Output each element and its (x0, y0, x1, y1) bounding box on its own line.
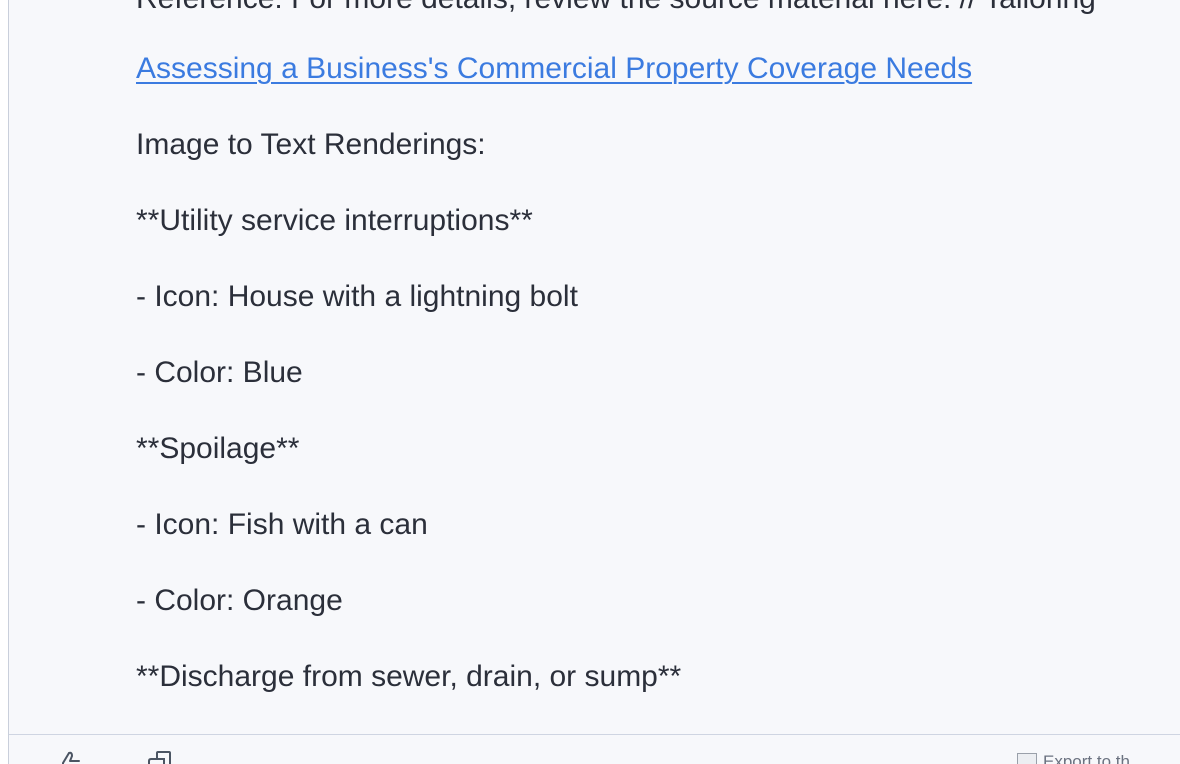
copy-icon[interactable] (145, 751, 175, 764)
item-icon-spoilage: - Icon: Fish with a can (136, 508, 428, 541)
section-heading: Image to Text Renderings: (136, 128, 486, 161)
export-label: Export to th (1043, 753, 1130, 764)
item-icon-utility: - Icon: House with a lightning bolt (136, 280, 578, 313)
source-link[interactable]: Assessing a Business's Commercial Proper… (136, 51, 972, 87)
message-actions-bar: Export to th (9, 735, 1180, 764)
item-title-utility: **Utility service interruptions** (136, 204, 533, 237)
export-button[interactable]: Export to th (1017, 753, 1130, 764)
chat-message-panel: Reference: For more details, review the … (8, 0, 1180, 764)
message-body: Reference: For more details, review the … (136, 0, 1180, 735)
item-title-spoilage: **Spoilage** (136, 432, 300, 465)
item-title-discharge: **Discharge from sewer, drain, or sump** (136, 660, 682, 693)
reference-text: Reference: For more details, review the … (136, 0, 1096, 17)
thumbs-up-icon[interactable] (55, 751, 81, 764)
item-color-utility: - Color: Blue (136, 356, 303, 389)
item-color-spoilage: - Color: Orange (136, 584, 343, 617)
export-doc-icon (1017, 753, 1037, 764)
